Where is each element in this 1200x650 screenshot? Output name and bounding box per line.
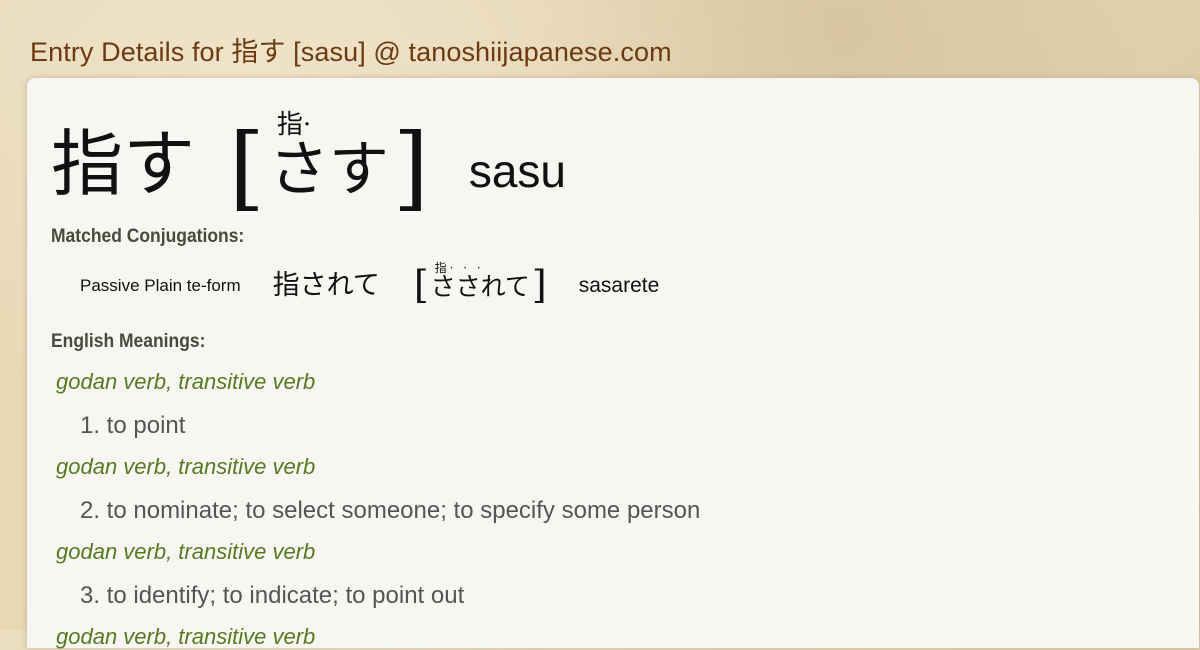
- reading-bracket-open: [: [229, 114, 265, 221]
- english-meanings-label: English Meanings:: [51, 331, 206, 352]
- conjugation-romaji: sasarete: [578, 274, 660, 297]
- meaning-item: 1. to point: [80, 412, 186, 439]
- meaning-item: 2. to nominate; to select someone; to sp…: [80, 497, 701, 524]
- meaning-item: 3. to identify; to indicate; to point ou…: [80, 582, 465, 609]
- reading-bracket-close: ]: [392, 114, 429, 221]
- conjugation-bracket-open: [: [413, 263, 429, 307]
- headword-romaji: sasu: [468, 145, 566, 197]
- reading-ruby: 指· さす: [269, 112, 389, 214]
- headword-kanji: 指す: [51, 122, 196, 206]
- conjugation-bracket-close: ]: [531, 263, 547, 307]
- part-of-speech: godan verb, transitive verb: [56, 454, 316, 479]
- part-of-speech: godan verb, transitive verb: [56, 369, 316, 394]
- reading-kana: さす: [268, 135, 389, 205]
- conjugation-form: Passive Plain te-form: [80, 276, 241, 295]
- part-of-speech: godan verb, transitive verb: [56, 539, 316, 564]
- conjugation-ruby: 指· · · さされて: [431, 262, 530, 304]
- page-title: Entry Details for 指す [sasu] @ tanoshiija…: [30, 37, 672, 67]
- entry-panel: 指す [ 指· さす ] sasu Matched Conjugations: …: [27, 78, 1199, 649]
- conjugation-kanji[interactable]: 指されて: [273, 263, 380, 302]
- conjugation-kana: さされて: [430, 272, 530, 301]
- matched-conjugations-label: Matched Conjugations:: [51, 226, 245, 247]
- headword-row: 指す [ 指· さす ] sasu: [51, 104, 566, 214]
- conjugation-row: Passive Plain te-form 指されて [ 指· · · さされて…: [80, 254, 659, 304]
- part-of-speech: godan verb, transitive verb: [56, 624, 316, 649]
